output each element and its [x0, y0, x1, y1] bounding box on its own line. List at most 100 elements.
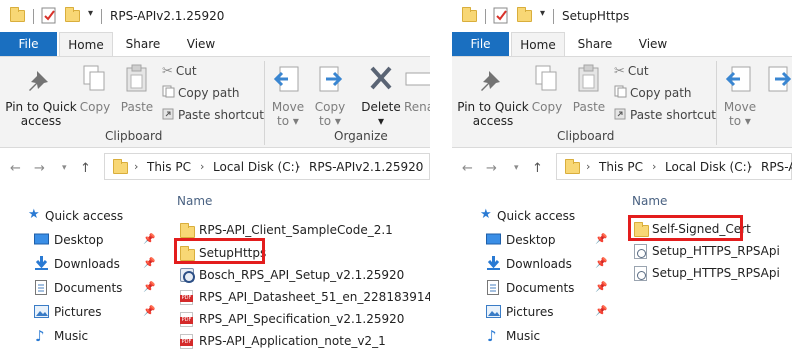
- move-to-button[interactable]: Move to ▾: [722, 63, 758, 128]
- copy-path-icon: [614, 85, 627, 102]
- ribbon-tabs: File Home Share View: [0, 32, 430, 57]
- folder-icon: [462, 7, 477, 22]
- copy-to-button[interactable]: Copy to ▾: [312, 63, 348, 128]
- new-folder-icon[interactable]: [65, 7, 80, 22]
- recent-locations-chevron-icon[interactable]: ▾: [62, 163, 67, 173]
- nav-pictures[interactable]: Pictures 📌: [452, 301, 617, 325]
- breadcrumb-this-pc[interactable]: This PC: [599, 160, 643, 174]
- paste-shortcut-button[interactable]: Paste shortcut: [162, 107, 264, 124]
- copy-icon: [83, 65, 105, 91]
- folder-icon: [565, 159, 580, 174]
- pin-label-line1: Pin to Quick: [457, 100, 529, 114]
- breadcrumb-this-pc[interactable]: This PC: [147, 160, 191, 174]
- breadcrumb-local-disk[interactable]: Local Disk (C:): [665, 160, 751, 174]
- file-name: RPS_API_Specification_v2.1.25920: [199, 312, 405, 326]
- tab-view[interactable]: View: [174, 32, 228, 56]
- breadcrumb-local-disk[interactable]: Local Disk (C:): [213, 160, 299, 174]
- up-arrow-icon[interactable]: ↑: [532, 161, 543, 176]
- column-header-name[interactable]: Name: [177, 194, 212, 208]
- tab-home[interactable]: Home: [59, 32, 113, 57]
- file-row[interactable]: Setup_HTTPS_RPSApi: [452, 241, 792, 263]
- chevron-right-icon: ›: [748, 160, 753, 173]
- forward-arrow-icon[interactable]: →: [34, 161, 45, 176]
- address-bar-row: ← → ▾ ↑ › This PC › Local Disk (C:) › RP…: [0, 148, 430, 186]
- scissors-icon: ✂: [162, 63, 173, 79]
- tab-home[interactable]: Home: [511, 32, 565, 57]
- paste-shortcut-icon: [162, 107, 175, 124]
- rename-icon: [405, 72, 430, 86]
- move-to-label-1: Move: [271, 100, 305, 114]
- file-row[interactable]: Bosch_RPS_API_Setup_v2.1.25920: [0, 265, 430, 287]
- move-to-label-2: to ▾: [277, 114, 299, 128]
- paste-label: Paste: [120, 100, 154, 114]
- tab-file[interactable]: File: [0, 32, 57, 56]
- breadcrumb-rps-api[interactable]: RPS-A: [761, 160, 792, 174]
- file-name: Setup_HTTPS_RPSApi: [652, 244, 780, 258]
- paste-shortcut-button[interactable]: Paste shortcut: [614, 107, 716, 124]
- copy-to-button[interactable]: [764, 63, 792, 100]
- address-bar-row: ← → ▾ ↑ › This PC › Local Disk (C:) › RP…: [452, 148, 792, 186]
- ribbon-home: Pin to Quick access Copy Paste ✂ Cut Copy…: [452, 56, 792, 148]
- explorer-window-rps-api: ▾ RPS-APIv2.1.25920 File Home Share View…: [0, 0, 430, 351]
- rename-label: Rena: [404, 100, 430, 114]
- up-arrow-icon[interactable]: ↑: [80, 161, 91, 176]
- breadcrumb-rps-api[interactable]: RPS-APIv2.1.25920: [309, 160, 423, 174]
- pictures-icon: [486, 305, 501, 321]
- properties-icon[interactable]: [41, 7, 57, 27]
- file-row[interactable]: RPS_API_Datasheet_51_en_22818391435: [0, 287, 430, 309]
- cut-button[interactable]: ✂ Cut: [614, 63, 649, 80]
- cut-button[interactable]: ✂ Cut: [162, 63, 197, 80]
- new-folder-icon[interactable]: [517, 7, 532, 22]
- move-to-label-1: Move: [723, 100, 757, 114]
- customize-toolbar-icon[interactable]: ▾: [540, 8, 545, 19]
- pin-to-quick-access-button[interactable]: Pin to Quick access: [4, 67, 78, 128]
- file-row[interactable]: RPS-API_Application_note_v2_1: [0, 331, 430, 351]
- window-title: SetupHttps: [562, 9, 630, 23]
- copy-button[interactable]: Copy: [76, 63, 114, 114]
- title-bar: ▾ SetupHttps: [452, 0, 792, 32]
- move-to-icon: [725, 66, 751, 92]
- paste-shortcut-label: Paste shortcut: [178, 108, 264, 122]
- tab-share[interactable]: Share: [568, 32, 622, 56]
- copy-label: Copy: [531, 100, 563, 114]
- nav-music[interactable]: ♪ Music: [452, 325, 617, 349]
- paste-icon: [578, 64, 599, 92]
- pin-label-line1: Pin to Quick: [5, 100, 77, 114]
- copy-path-button[interactable]: Copy path: [614, 85, 692, 102]
- address-box[interactable]: › This PC › Local Disk (C:) › RPS-APIv2.…: [104, 153, 430, 180]
- pin-label-line2: access: [20, 114, 62, 128]
- highlight-box: [174, 238, 265, 264]
- customize-toolbar-icon[interactable]: ▾: [88, 8, 93, 19]
- delete-button[interactable]: Delete ▾: [359, 63, 403, 128]
- delete-dropdown-icon: ▾: [377, 114, 385, 128]
- music-icon: ♪: [487, 327, 497, 345]
- copy-button[interactable]: Copy: [528, 63, 566, 114]
- file-name: RPS-API_Application_note_v2_1: [199, 334, 386, 348]
- tab-share[interactable]: Share: [116, 32, 170, 56]
- forward-arrow-icon[interactable]: →: [486, 161, 497, 176]
- properties-icon[interactable]: [493, 7, 509, 27]
- file-row[interactable]: Setup_HTTPS_RPSApi: [452, 263, 792, 285]
- tab-view[interactable]: View: [626, 32, 680, 56]
- address-box[interactable]: › This PC › Local Disk (C:) › RPS-A: [556, 153, 792, 180]
- copy-icon: [535, 65, 557, 91]
- recent-locations-chevron-icon[interactable]: ▾: [514, 163, 519, 173]
- pin-icon[interactable]: 📌: [595, 306, 607, 317]
- move-to-button[interactable]: Move to ▾: [270, 63, 306, 128]
- copy-label: Copy: [79, 100, 111, 114]
- chevron-right-icon: ›: [652, 160, 657, 173]
- copy-path-icon: [162, 85, 175, 102]
- pin-to-quick-access-button[interactable]: Pin to Quick access: [456, 67, 530, 128]
- paste-button[interactable]: Paste: [118, 63, 156, 114]
- pdf-icon: [180, 334, 193, 349]
- paste-button[interactable]: Paste: [570, 63, 608, 114]
- back-arrow-icon[interactable]: ←: [10, 161, 21, 176]
- file-row[interactable]: RPS_API_Specification_v2.1.25920: [0, 309, 430, 331]
- column-header-name[interactable]: Name: [632, 194, 667, 208]
- tab-file[interactable]: File: [452, 32, 509, 56]
- copy-path-button[interactable]: Copy path: [162, 85, 240, 102]
- back-arrow-icon[interactable]: ←: [462, 161, 473, 176]
- copy-to-label-1: Copy: [314, 100, 346, 114]
- rename-button[interactable]: Rena: [404, 63, 430, 114]
- move-to-label-2: to ▾: [729, 114, 751, 128]
